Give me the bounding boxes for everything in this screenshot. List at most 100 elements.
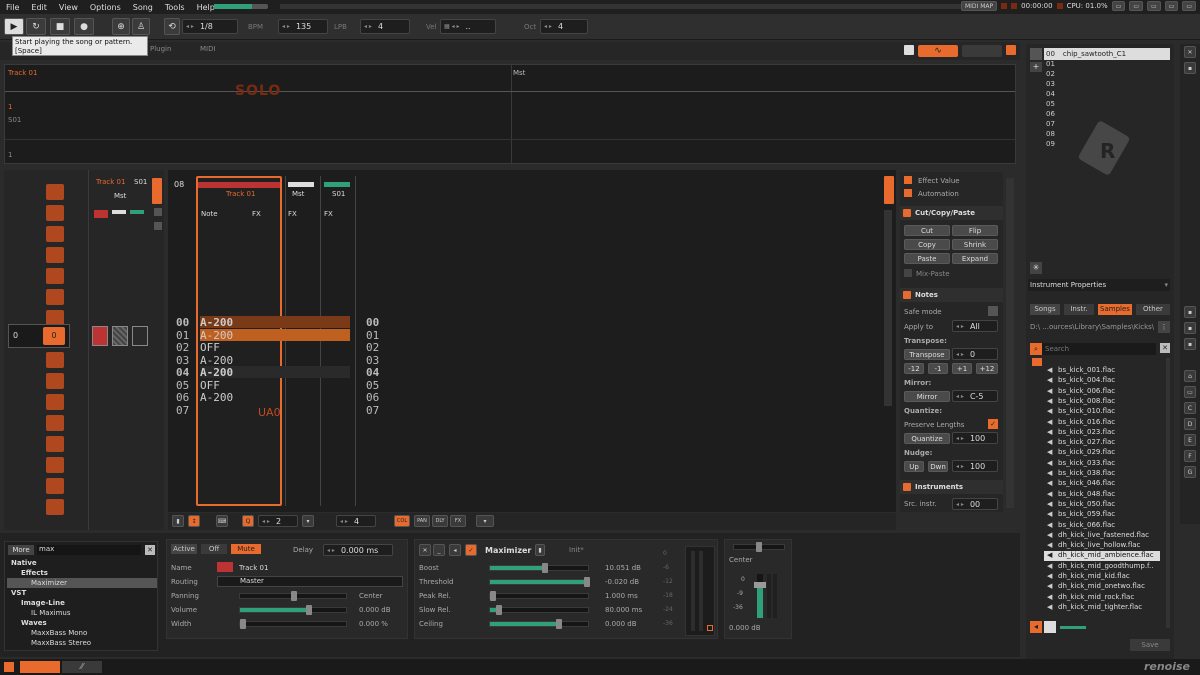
sample-file-item[interactable]: dh_kick_mid_ambience.flac: [1058, 551, 1154, 559]
output-pan-slider[interactable]: [733, 542, 785, 552]
transpose-button[interactable]: Transpose: [904, 349, 950, 360]
transpose-spinner[interactable]: ◂ ▸ 0: [952, 348, 998, 360]
vertical-scrollbar[interactable]: [884, 210, 892, 406]
tab-other[interactable]: Other: [1136, 304, 1170, 315]
sample-file-item[interactable]: bs_kick_033.flac: [1058, 459, 1115, 467]
status-menu-icon[interactable]: [4, 662, 14, 672]
dsp-tree-item[interactable]: Waves: [7, 618, 157, 628]
sample-file-item[interactable]: dh_kick_mid_onetwo.flac: [1058, 582, 1145, 590]
note-cell[interactable]: A-200: [200, 329, 233, 342]
sidebar-btn-4[interactable]: ▪: [1184, 338, 1196, 350]
home-icon[interactable]: ⌂: [1184, 370, 1196, 382]
menu-file[interactable]: File: [0, 3, 25, 12]
sample-search-input[interactable]: Search: [1042, 343, 1156, 355]
drive-c-button[interactable]: C: [1184, 402, 1196, 414]
sidebar-btn-1[interactable]: ▪: [1184, 62, 1196, 74]
sample-file-item[interactable]: bs_kick_027.flac: [1058, 438, 1115, 446]
sequence-slot[interactable]: [46, 457, 64, 473]
sample-file-item[interactable]: bs_kick_006.flac: [1058, 387, 1115, 395]
send-led[interactable]: [130, 210, 144, 214]
tools-scrollbar[interactable]: [1006, 178, 1014, 508]
sequence-slot[interactable]: [46, 394, 64, 410]
transpose-minus-12[interactable]: -12: [904, 363, 924, 374]
sample-file-item[interactable]: bs_kick_050.flac: [1058, 500, 1115, 508]
dsp-tree-item[interactable]: Native: [7, 558, 157, 568]
maximizer-param-knob[interactable]: [495, 605, 502, 615]
loop-play-button[interactable]: ↻: [26, 18, 46, 35]
stop-preview-icon[interactable]: [1044, 621, 1056, 633]
sample-file-item[interactable]: bs_kick_059.flac: [1058, 510, 1115, 518]
sample-file-item[interactable]: bs_kick_038.flac: [1058, 469, 1115, 477]
edit-step-spinner[interactable]: ◂ ▸ 4: [336, 515, 376, 527]
collapse-icon[interactable]: [903, 291, 911, 299]
sequence-slot[interactable]: [46, 373, 64, 389]
song-position-bar[interactable]: [280, 4, 974, 9]
dsp-search-input[interactable]: max: [37, 545, 141, 555]
folder-icon[interactable]: ▭: [1184, 386, 1196, 398]
width-slider[interactable]: [239, 619, 347, 629]
sidebar-btn-2[interactable]: ▪: [1184, 306, 1196, 318]
off-button[interactable]: Off: [201, 544, 227, 554]
dsp-tree-item[interactable]: IL Maximus: [7, 608, 157, 618]
nudge-down-button[interactable]: Dwn: [928, 461, 948, 472]
track-color-button[interactable]: [217, 562, 233, 572]
block-icon[interactable]: ▮: [172, 515, 184, 527]
play-button[interactable]: ▶: [4, 18, 24, 35]
quantize-spinner[interactable]: ◂ ▸ 2: [258, 515, 298, 527]
panel-toggle-icon-3[interactable]: ▭: [1146, 1, 1161, 11]
delay-spinner[interactable]: ◂ ▸ 0.000 ms: [323, 544, 393, 556]
sample-file-item[interactable]: bs_kick_016.flac: [1058, 418, 1115, 426]
note-cell[interactable]: A-200: [200, 354, 233, 367]
midi-map-button[interactable]: MIDI MAP: [960, 1, 998, 11]
instrument-slot[interactable]: 01: [1046, 60, 1106, 68]
clear-sample-search-icon[interactable]: ✕: [1160, 343, 1170, 353]
octave-spinner[interactable]: ◂ ▸ 4: [540, 19, 588, 34]
width-knob[interactable]: [240, 619, 246, 629]
panning-knob[interactable]: [291, 591, 297, 601]
maximizer-param-knob[interactable]: [541, 563, 548, 573]
master-volume-slider[interactable]: [214, 4, 268, 9]
sample-file-item[interactable]: bs_kick_066.flac: [1058, 521, 1115, 529]
pan-button[interactable]: PAN: [414, 515, 430, 527]
automation-view-toggle[interactable]: ⁄⁄: [62, 661, 102, 673]
tab-samples[interactable]: Samples: [1098, 304, 1132, 315]
lpb-spinner[interactable]: ◂ ▸ 4: [360, 19, 410, 34]
instrument-slot[interactable]: 06: [1046, 110, 1106, 118]
tab-instr[interactable]: Instr.: [1064, 304, 1094, 315]
drive-g-button[interactable]: G: [1184, 466, 1196, 478]
active-button[interactable]: Active: [171, 544, 197, 554]
master-swatch[interactable]: [112, 326, 128, 346]
path-menu-icon[interactable]: ⋮: [1158, 321, 1170, 333]
mute-button[interactable]: Mute: [231, 544, 261, 554]
note-cell[interactable]: A-200: [200, 391, 233, 404]
transpose-plus-12[interactable]: +12: [976, 363, 998, 374]
pattern-scroll-icon[interactable]: [884, 176, 894, 204]
track-name-field[interactable]: Track 01: [239, 564, 268, 572]
sample-file-item[interactable]: bs_kick_029.flac: [1058, 448, 1115, 456]
sample-file-item[interactable]: bs_kick_046.flac: [1058, 479, 1115, 487]
preset-icon[interactable]: ▮: [535, 544, 545, 556]
instrument-menu-icon[interactable]: [1030, 48, 1042, 60]
maximizer-param-knob[interactable]: [555, 619, 562, 629]
drive-f-button[interactable]: F: [1184, 450, 1196, 462]
drive-e-button[interactable]: E: [1184, 434, 1196, 446]
dsp-tree-item[interactable]: MaxxBass Stereo: [7, 638, 157, 648]
instrument-selector[interactable]: 0 0: [8, 324, 70, 348]
instrument-slot[interactable]: 04: [1046, 90, 1106, 98]
collapse-icon[interactable]: [903, 209, 911, 217]
maximizer-param-slider[interactable]: [489, 591, 589, 601]
velocity-spinner[interactable]: ▦ ◂ ▸..: [440, 19, 496, 34]
prev-icon[interactable]: ◂: [1030, 621, 1042, 633]
file-list-scrollbar[interactable]: [1166, 358, 1170, 628]
preserve-lengths-checkbox[interactable]: ✓: [988, 419, 998, 429]
instrument-slot[interactable]: 02: [1046, 70, 1106, 78]
quantize-button[interactable]: Quantize: [904, 433, 950, 444]
volume-slider[interactable]: [239, 605, 347, 615]
dsp-tree-item[interactable]: MaxxBass Mono: [7, 628, 157, 638]
clear-search-icon[interactable]: ✕: [145, 545, 155, 555]
stop-button[interactable]: ■: [50, 18, 70, 35]
output-fader-knob[interactable]: [754, 582, 766, 588]
routing-select[interactable]: Master: [217, 576, 403, 587]
col-button[interactable]: COL: [394, 515, 410, 527]
automation-checkbox[interactable]: [904, 189, 912, 197]
